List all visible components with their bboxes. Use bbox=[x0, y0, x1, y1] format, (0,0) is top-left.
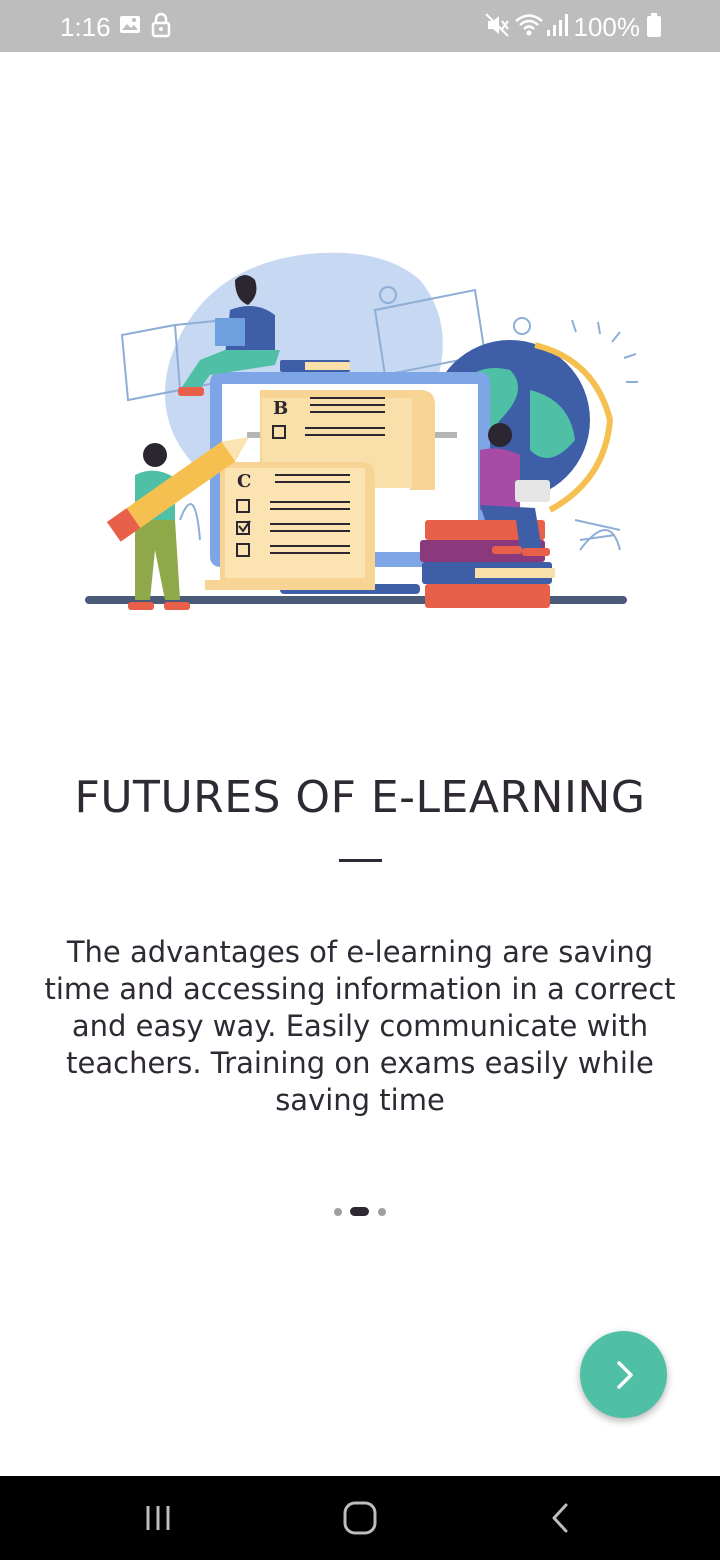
battery-percent: 100% bbox=[573, 12, 641, 42]
battery-icon bbox=[646, 12, 662, 45]
e-learning-illustration: B C bbox=[80, 250, 640, 630]
svg-text:B: B bbox=[273, 398, 288, 419]
title-divider bbox=[339, 859, 382, 862]
mute-icon bbox=[484, 12, 510, 45]
svg-text:C: C bbox=[237, 471, 251, 492]
onboarding-title: FUTURES OF E-LEARNING bbox=[74, 772, 646, 823]
navigation-bar bbox=[0, 1476, 720, 1560]
back-button[interactable] bbox=[530, 1494, 590, 1542]
next-button[interactable] bbox=[580, 1331, 667, 1418]
status-bar: 1:16 100% bbox=[0, 0, 720, 52]
page-dot-active[interactable] bbox=[350, 1207, 369, 1216]
lock-icon bbox=[150, 12, 172, 45]
onboarding-description: The advantages of e-learning are saving … bbox=[44, 935, 676, 1117]
recent-apps-icon bbox=[146, 1506, 170, 1530]
image-icon bbox=[118, 12, 142, 43]
wifi-icon bbox=[514, 12, 544, 45]
page-dot[interactable] bbox=[378, 1208, 386, 1216]
recent-apps-button[interactable] bbox=[128, 1494, 188, 1542]
chevron-right-icon bbox=[616, 1360, 633, 1389]
status-time: 1:16 bbox=[60, 12, 111, 42]
page-indicator bbox=[0, 1206, 720, 1218]
signal-icon bbox=[546, 12, 570, 45]
home-icon bbox=[343, 1501, 377, 1535]
back-icon bbox=[552, 1503, 568, 1533]
page-dot[interactable] bbox=[334, 1208, 342, 1216]
home-button[interactable] bbox=[330, 1494, 390, 1542]
